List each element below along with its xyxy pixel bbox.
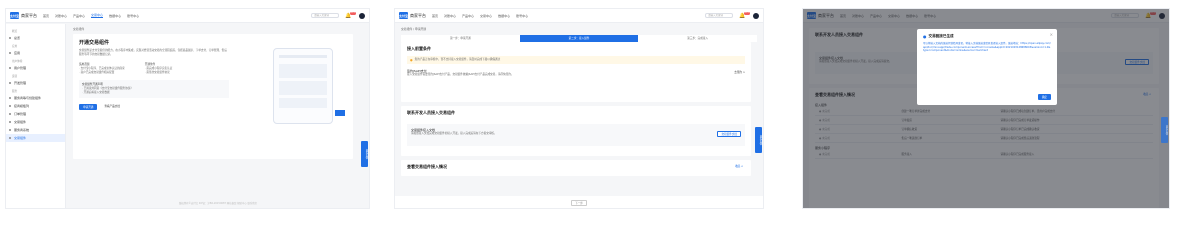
nav-home[interactable]: 首页 xyxy=(432,14,438,18)
nav-account[interactable]: 账号中心 xyxy=(127,14,139,18)
bottom-bar: 下一步 xyxy=(395,196,763,208)
modal-confirm-button[interactable]: 确定 xyxy=(1037,94,1051,100)
section-title: 联系开发人员接入交易组件 xyxy=(407,110,455,115)
jsapi-block: 签约JSAPI支付 接入交易组件需要签约JSAPI支付产品，交易组件依赖JSAP… xyxy=(407,69,745,77)
link-modal: ● 交易链接已生成 × 可以将接入文档的链接复制给开发者，将接入文档链接发给开发… xyxy=(917,29,1057,105)
nav-reconcile[interactable]: 对账中心 xyxy=(55,14,67,18)
modal-title: 交易链接已生成 xyxy=(928,34,954,38)
sidebar: 概览 总览应用 应用用户体验 用户管理运营 开发管理服务 服务商等与创建组件 接商模板列 订单… xyxy=(6,24,66,208)
activation-card: 开通交易组件 交易组件是支付宝提供的能力，在小程序中集成，实现对经营活动交易的全… xyxy=(73,34,353,159)
doc-button[interactable]: 交易组件文档 xyxy=(717,131,741,137)
view-docs-button[interactable]: 查看产品文档 xyxy=(101,104,123,110)
notice-box: 交易组件开通声明 · 已阅读并同意《支付宝交易组件服务协议》 · 开通后将接入交… xyxy=(79,80,229,98)
screenshot-panel-1: 支付宝 商家平台 首页 对账中心 产品中心 交易中心 数据中心 账号中心 请输入… xyxy=(5,8,370,209)
sidebar-item[interactable]: 交易组件 xyxy=(6,134,65,142)
sidebar-item[interactable]: 服务商系统 xyxy=(6,126,65,134)
brand-logo[interactable]: 支付宝 商家平台 xyxy=(10,12,37,19)
sidebar-item[interactable]: 接商模板列 xyxy=(6,102,65,110)
sidebar-group-label: 应用 xyxy=(12,45,18,48)
feedback-float[interactable]: 意见反馈 xyxy=(755,127,762,153)
avatar[interactable] xyxy=(359,12,365,19)
step-1: 第一步：申请开通 xyxy=(449,37,471,40)
sidebar-item[interactable]: 开发管理 xyxy=(6,79,65,87)
notification-badge: 99+ xyxy=(349,11,356,15)
top-navbar: 支付宝 商家平台 首页 对账中心 产品中心 交易中心 数据中心 账号中心 请输入… xyxy=(6,9,369,23)
warning-icon: ● xyxy=(410,58,413,62)
nav-products[interactable]: 产品中心 xyxy=(73,14,85,18)
doc-desc: 请按照接入文档完成交易组件的接入开发，接入完成后请在下方提交审核。 xyxy=(411,132,497,135)
nav-account[interactable]: 账号中心 xyxy=(516,14,528,18)
sidebar-group-label: 概览 xyxy=(12,30,18,33)
avatar[interactable] xyxy=(753,12,759,19)
screenshot-panel-3: 支付宝 商家平台 首页 对账中心 产品中心 交易中心 数据中心 账号中心 请输入… xyxy=(802,8,1170,209)
collapse-link[interactable]: 收起 ∧ xyxy=(735,165,743,169)
brand-logo[interactable]: 支付宝 商家平台 xyxy=(399,12,426,19)
warning-banner: ● 您的产品正在审核中，暂不支持接入交易组件，请及时完成下载以确保通过 xyxy=(407,56,745,64)
intro-text: 交易组件是支付宝提供的能力，在小程序中集成，实现对经营活动交易的全流程追踪，包括… xyxy=(79,49,227,56)
main-content: 交易组件 开通交易组件 交易组件是支付宝提供的能力，在小程序中集成，实现对经营活… xyxy=(67,24,369,208)
sidebar-group-label: 用户体验 xyxy=(12,60,23,63)
breadcrumb: 交易组件 xyxy=(73,27,85,31)
success-icon: ● xyxy=(923,34,927,39)
section-title: 接入前置条件 xyxy=(407,46,431,51)
notification-badge: 99+ xyxy=(743,11,750,15)
search-input[interactable]: 请输入关键词 xyxy=(311,13,339,18)
precondition-card: 接入前置条件 ● 您的产品正在审核中，暂不支持接入交易组件，请及时完成下载以确保… xyxy=(401,42,751,102)
footer: 版权所有©支付宝 ICP证：沪B2-20150087 网站备案 帮助中心 联系我… xyxy=(178,202,258,205)
bell-icon[interactable]: 🔔99+ xyxy=(739,11,750,19)
feedback-float[interactable]: 意见反馈 xyxy=(1161,117,1168,143)
nav-trade[interactable]: 交易中心 xyxy=(91,13,104,18)
nav-home[interactable]: 首页 xyxy=(43,14,49,18)
apply-button[interactable]: 申请开通 xyxy=(79,104,98,110)
top-navbar: 支付宝 商家平台 首页 对账中心 产品中心 交易中心 数据中心 账号中心 请输入… xyxy=(395,9,763,23)
screenshot-panel-2: 支付宝 商家平台 首页 对账中心 产品中心 交易中心 数据中心 账号中心 请输入… xyxy=(394,8,764,209)
breadcrumb: 交易组件 / 申请开通 xyxy=(401,27,427,31)
step-2-active: 第二步：接入组件 xyxy=(519,35,639,42)
phone-preview-image xyxy=(273,48,333,124)
warning-text: 您的产品正在审核中，暂不支持接入交易组件，请及时完成下载以确保通过 xyxy=(414,58,501,61)
sidebar-item[interactable]: 交易组件 xyxy=(6,118,65,126)
next-button[interactable]: 下一步 xyxy=(571,200,587,206)
doc-box: 交易组件接入文档 请按照接入文档完成交易组件的接入开发，接入完成后请在下方提交审… xyxy=(407,124,745,146)
sidebar-item[interactable]: 订单管理 xyxy=(6,110,65,118)
brand-mark: 支付宝 xyxy=(399,12,409,19)
nav-trade[interactable]: 交易中心 xyxy=(480,14,492,18)
search-input[interactable]: 请输入关键词 xyxy=(705,13,733,18)
integration-card: 联系开发人员接入交易组件 交易组件接入文档 请按照接入文档完成交易组件的接入开发… xyxy=(401,106,751,156)
notice-item: · 开通后将接入交易数据 xyxy=(82,91,110,94)
brand-mark: 支付宝 xyxy=(10,12,20,19)
sidebar-group-label: 服务 xyxy=(12,90,18,93)
condition-item: · 需签约交易组件协议 xyxy=(144,71,170,74)
nav-reconcile[interactable]: 对账中心 xyxy=(444,14,456,18)
step-bar: 第一步：申请开通 第二步：接入组件 第三步：完成接入 xyxy=(401,35,757,42)
close-icon[interactable]: × xyxy=(1050,32,1053,37)
nav-data[interactable]: 数据中心 xyxy=(109,14,121,18)
sidebar-item[interactable]: 服务商等与创建组件 xyxy=(6,94,65,102)
step-3: 第三步：完成接入 xyxy=(687,37,709,40)
status-card: 查看交易组件接入情况 收起 ∧ xyxy=(401,160,751,176)
sidebar-item[interactable]: 总览 xyxy=(6,34,65,42)
section-title: 查看交易组件接入情况 xyxy=(407,164,447,169)
sidebar-group-label: 运营 xyxy=(12,75,18,78)
scope-item: · 商户已完成交易组件相关配置 xyxy=(79,71,115,74)
brand-name: 商家平台 xyxy=(21,12,37,18)
page-title: 开通交易组件 xyxy=(79,40,110,46)
nav-products[interactable]: 产品中心 xyxy=(462,14,474,18)
nav-data[interactable]: 数据中心 xyxy=(498,14,510,18)
sidebar-item[interactable]: 用户管理 xyxy=(6,64,65,72)
preview-action-icon[interactable] xyxy=(335,110,345,116)
bell-icon[interactable]: 🔔99+ xyxy=(345,11,356,19)
jsapi-sign-link[interactable]: 去签约 > xyxy=(734,71,745,75)
feedback-float[interactable]: 意见反馈 xyxy=(361,141,368,167)
brand-name: 商家平台 xyxy=(410,12,426,18)
sidebar-item[interactable]: 应用 xyxy=(6,49,65,57)
modal-body[interactable]: 可以将接入文档的链接复制给开发者，将接入文档链接发给开发者接入组件。链接地址：h… xyxy=(923,42,1051,53)
jsapi-desc: 接入交易组件需要签约JSAPI支付产品，交易组件依赖JSAPI支付产品完成交易，… xyxy=(407,73,514,76)
